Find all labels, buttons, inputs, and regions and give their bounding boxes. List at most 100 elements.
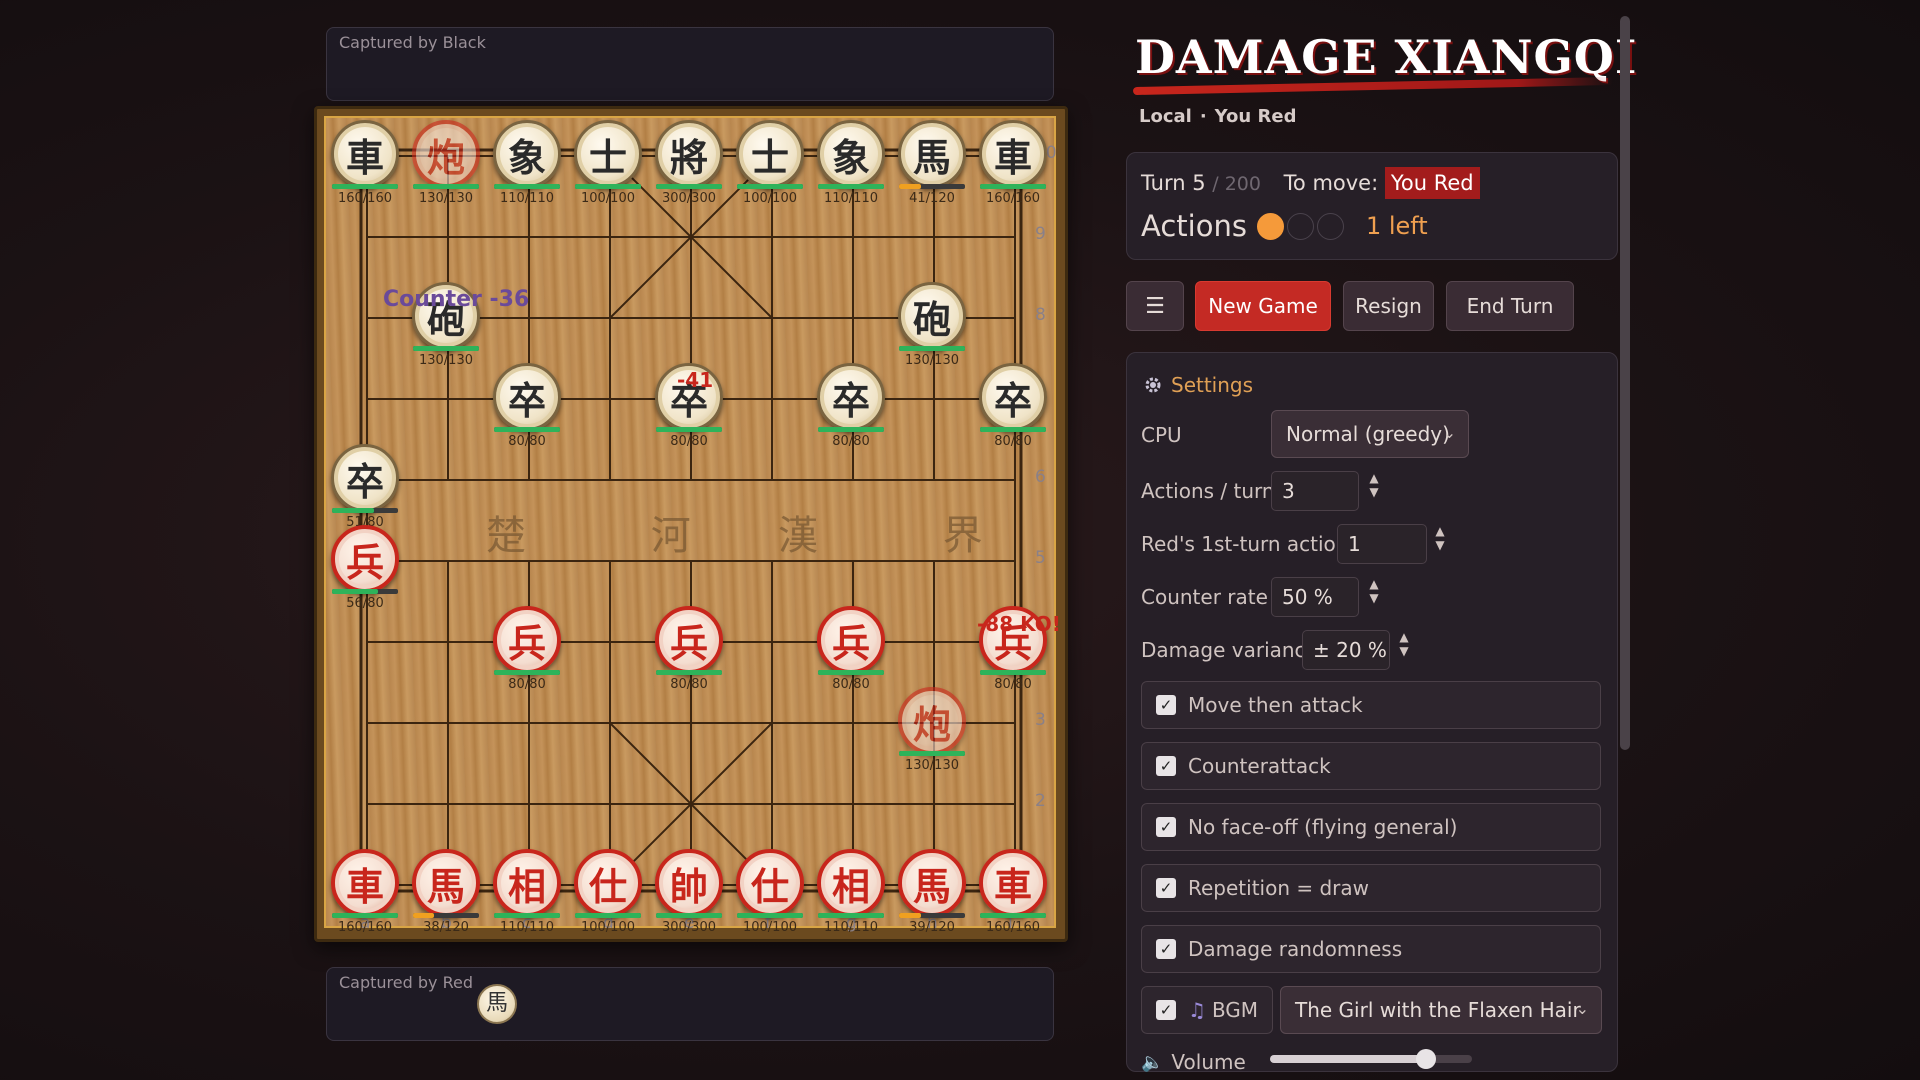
no-face-off-option[interactable]: ✓ No face-off (flying general) [1141,803,1601,851]
resign-button[interactable]: Resign [1343,281,1434,331]
black-piece[interactable]: 將 [655,120,723,188]
hp-bar [656,670,722,675]
hp-text: 56/80 [346,596,384,611]
red-first-turn-input[interactable]: 1 [1337,524,1427,564]
red-piece[interactable]: 車 [979,849,1047,917]
red-piece[interactable]: 兵 [331,525,399,593]
hp-bar-fill [494,670,560,675]
hp-bar-fill [656,427,722,432]
cpu-label: CPU [1141,423,1182,447]
damage-variance-stepper[interactable]: ▲ ▼ [1397,630,1411,658]
damage-randomness-option[interactable]: ✓ Damage randomness [1141,925,1601,973]
red-piece[interactable]: 帥 [655,849,723,917]
counterattack-option[interactable]: ✓ Counterattack [1141,742,1601,790]
river-text-left: 楚 河 [486,513,747,559]
rank-label: 6 [1035,467,1046,487]
black-piece[interactable]: 砲 [898,282,966,350]
black-piece[interactable]: 象 [493,120,561,188]
red-piece[interactable]: 仕 [574,849,642,917]
chevron-down-icon: ⌄ [1575,999,1589,1018]
red-piece[interactable]: 馬 [898,849,966,917]
actions-label: Actions [1141,209,1247,243]
hp-bar-fill [980,670,1046,675]
black-piece[interactable]: 卒 [817,363,885,431]
speaker-icon: 🔈 [1141,1051,1164,1073]
checkbox-checked[interactable]: ✓ [1156,756,1176,776]
hp-bar [818,670,884,675]
black-piece[interactable]: 馬 [898,120,966,188]
black-piece[interactable]: 士 [736,120,804,188]
hp-bar-fill [737,184,803,189]
checkbox-checked[interactable]: ✓ [1156,878,1176,898]
hp-bar-fill [899,184,922,189]
checkbox-checked[interactable]: ✓ [1156,1000,1176,1020]
actions-per-turn-input[interactable]: 3 [1271,471,1359,511]
hp-bar-fill [656,184,722,189]
hp-bar [737,913,803,918]
menu-button[interactable]: ☰ [1126,281,1184,331]
actions-per-turn-stepper[interactable]: ▲ ▼ [1367,471,1381,499]
damage-variance-input[interactable]: ± 20 % [1302,630,1390,670]
black-piece[interactable]: 車 [979,120,1047,188]
red-piece[interactable]: 炮 [898,687,966,755]
repetition-draw-option[interactable]: ✓ Repetition = draw [1141,864,1601,912]
hp-bar [656,427,722,432]
hp-bar [494,184,560,189]
counter-rate-stepper[interactable]: ▲ ▼ [1367,577,1381,605]
red-piece[interactable]: 馬 [412,849,480,917]
gear-icon [1145,377,1161,393]
hp-bar [332,913,398,918]
counter-damage-text: Counter -36 [383,287,530,312]
black-piece[interactable]: 卒 [493,363,561,431]
move-then-attack-option[interactable]: ✓ Move then attack [1141,681,1601,729]
hp-bar-fill [413,913,435,918]
black-piece[interactable]: 士 [574,120,642,188]
checkbox-checked[interactable]: ✓ [1156,695,1176,715]
hp-text: 110/110 [823,920,878,935]
cpu-select[interactable]: Normal (greedy) ⌄ [1271,410,1469,458]
hp-text: 80/80 [994,677,1032,692]
checkbox-checked[interactable]: ✓ [1156,817,1176,837]
end-turn-button[interactable]: End Turn [1446,281,1574,331]
hp-bar [818,913,884,918]
black-piece[interactable]: 卒 [331,444,399,512]
red-piece[interactable]: 相 [817,849,885,917]
settings-header[interactable]: Settings [1143,373,1253,397]
xiangqi-board[interactable]: 楚 河 漢 界 [324,116,1056,928]
red-piece[interactable]: 相 [493,849,561,917]
black-piece[interactable]: 車 [331,120,399,188]
new-game-button[interactable]: New Game [1195,281,1331,331]
hp-bar-fill [332,913,398,918]
option-label: Damage randomness [1188,937,1403,961]
panel-scrollbar[interactable] [1620,16,1630,750]
black-piece[interactable]: 卒 [979,363,1047,431]
hp-bar [494,427,560,432]
option-label: Counterattack [1188,754,1331,778]
hp-text: 160/160 [337,920,392,935]
hp-bar-fill [575,184,641,189]
rank-label: 5 [1035,548,1046,568]
mode-label: Local [1139,106,1192,127]
hp-bar [899,913,965,918]
red-piece[interactable]: 兵 [655,606,723,674]
red-piece[interactable]: 兵 [493,606,561,674]
red-first-turn-stepper[interactable]: ▲ ▼ [1433,524,1447,552]
option-label: No face-off (flying general) [1188,815,1458,839]
volume-slider[interactable] [1270,1055,1472,1063]
bgm-toggle[interactable]: ✓ ♫ BGM [1141,986,1273,1034]
checkbox-checked[interactable]: ✓ [1156,939,1176,959]
hp-text: 160/160 [985,191,1040,206]
red-piece[interactable]: 兵 [817,606,885,674]
bgm-track-select[interactable]: The Girl with the Flaxen Hair ⌄ [1280,986,1602,1034]
red-piece[interactable]: 炮 [412,120,480,188]
bgm-track-value: The Girl with the Flaxen Hair [1295,998,1581,1022]
counter-rate-input[interactable]: 50 % [1271,577,1359,617]
hp-bar [413,346,479,351]
hp-text: 160/160 [985,920,1040,935]
volume-slider-thumb[interactable] [1415,1049,1436,1069]
red-piece[interactable]: 車 [331,849,399,917]
cpu-select-value: Normal (greedy) [1286,422,1450,446]
black-piece[interactable]: 象 [817,120,885,188]
red-piece[interactable]: 仕 [736,849,804,917]
hp-bar [818,184,884,189]
